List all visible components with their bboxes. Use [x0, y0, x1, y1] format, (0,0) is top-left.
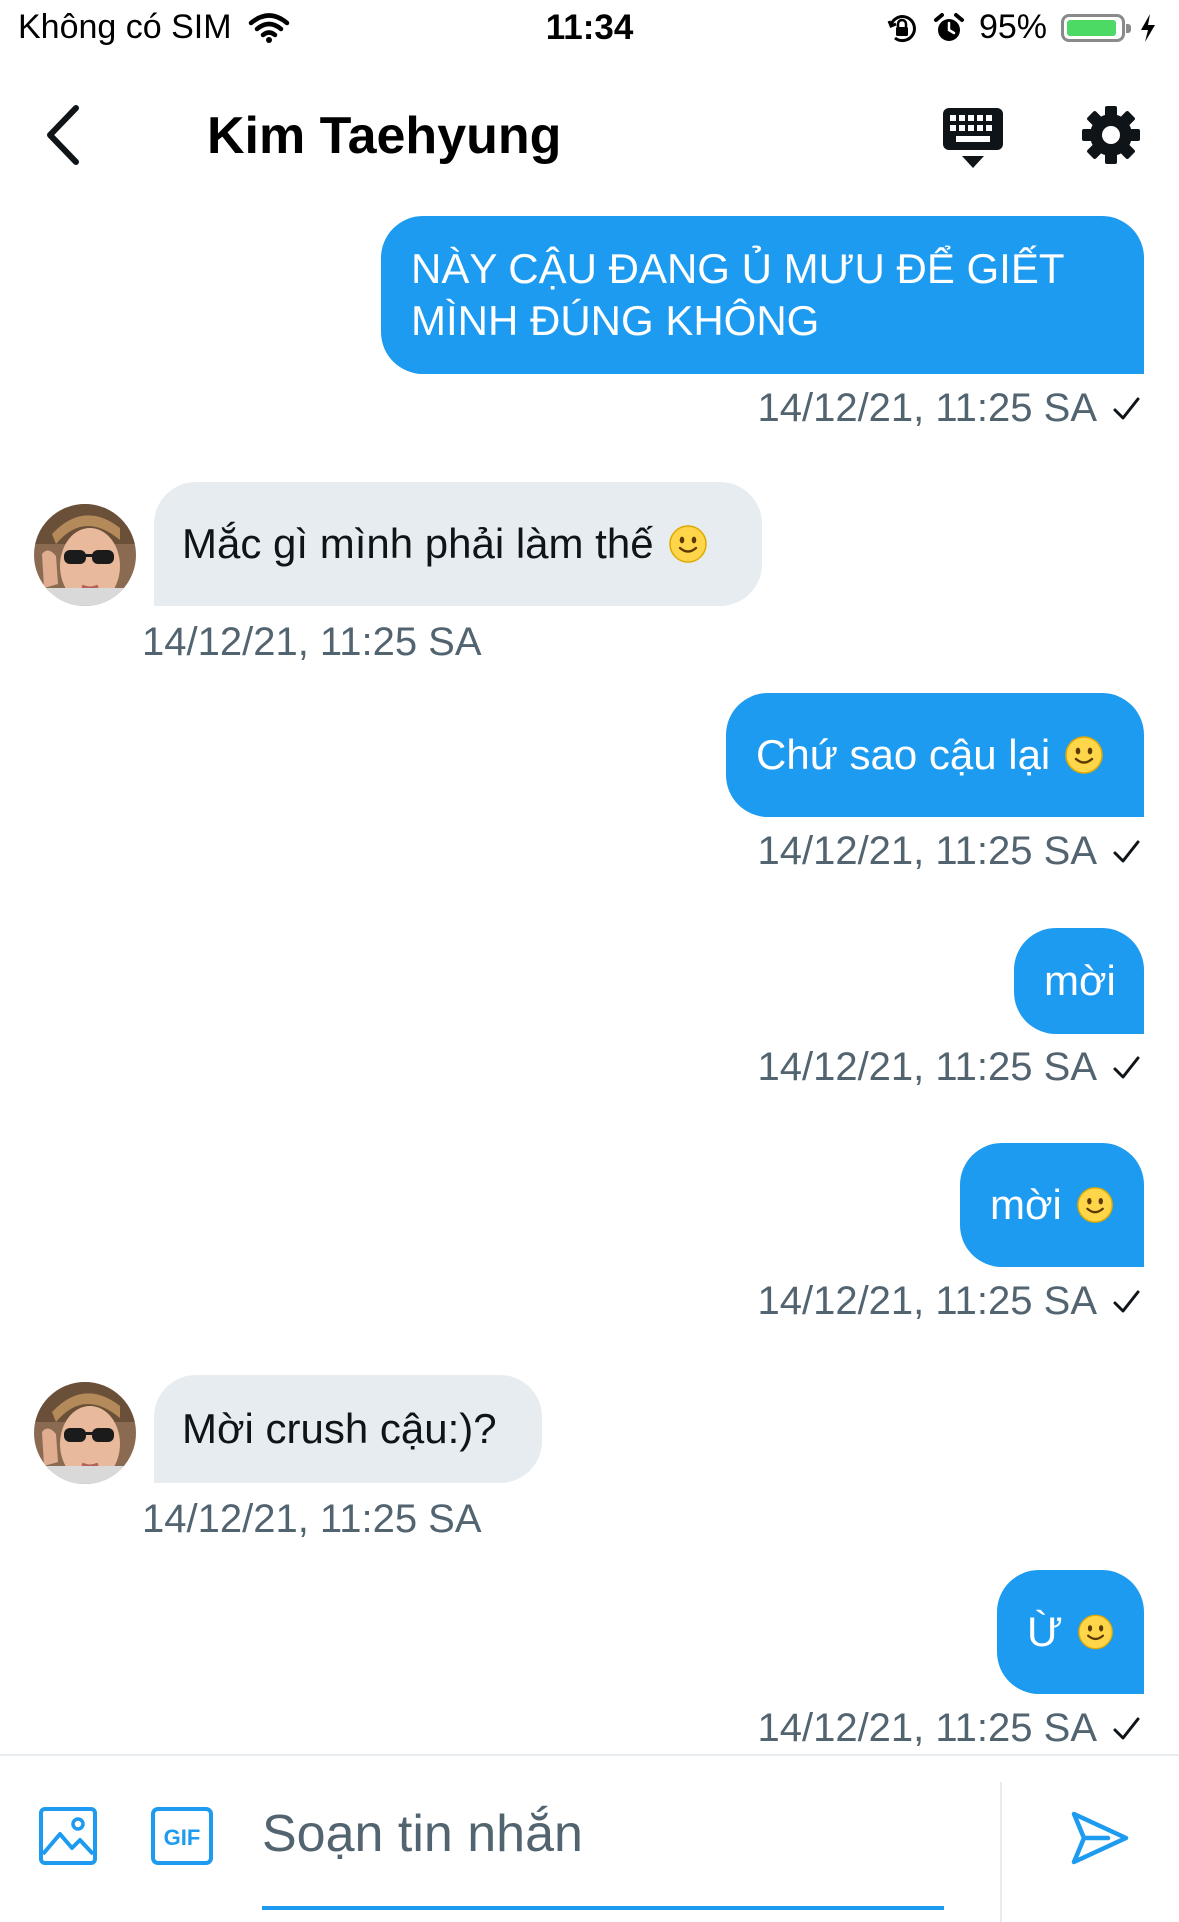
slightly-smiling-face-icon: [668, 524, 708, 564]
send-button[interactable]: [1068, 1808, 1132, 1868]
read-check-icon: [1111, 394, 1141, 424]
add-image-button[interactable]: [38, 1806, 98, 1866]
message-timestamp: 14/12/21, 11:25 SA: [757, 1706, 1141, 1751]
status-bar: Không có SIM 11:34 95%: [0, 0, 1179, 62]
conversation-header: Kim Taehyung: [0, 62, 1179, 212]
message-timestamp: 14/12/21, 11:25 SA: [757, 829, 1141, 874]
message-text: Mời crush cậu:)?: [182, 1405, 497, 1452]
message-timestamp: 14/12/21, 11:25 SA: [757, 386, 1141, 431]
message-timestamp: 14/12/21, 11:25 SA: [142, 620, 482, 664]
gear-icon: [1082, 106, 1140, 164]
read-check-icon: [1111, 1053, 1141, 1083]
message-text: Ừ: [1027, 1608, 1063, 1655]
charging-bolt-icon: [1141, 13, 1155, 42]
avatar[interactable]: [34, 504, 136, 606]
avatar-image: [34, 504, 136, 606]
timestamp-text: 14/12/21, 11:25 SA: [757, 1706, 1097, 1750]
settings-button[interactable]: [1080, 104, 1142, 166]
outgoing-message-bubble[interactable]: mời: [960, 1143, 1144, 1267]
timestamp-text: 14/12/21, 11:25 SA: [757, 829, 1097, 873]
message-text: NÀY CẬU ĐANG Ủ MƯU ĐỂ GIẾT MÌNH ĐÚNG KHÔ…: [411, 245, 1064, 344]
outgoing-message-bubble[interactable]: Chứ sao cậu lại: [726, 693, 1144, 817]
battery-level: [1067, 19, 1117, 36]
add-gif-button[interactable]: GIF: [150, 1806, 214, 1866]
message-text: Chứ sao cậu lại: [756, 731, 1051, 778]
composer-divider: [1000, 1782, 1002, 1922]
timestamp-text: 14/12/21, 11:25 SA: [757, 1045, 1097, 1089]
avatar-image: [34, 1382, 136, 1484]
gif-icon: GIF: [151, 1807, 213, 1865]
outgoing-message-bubble[interactable]: NÀY CẬU ĐANG Ủ MƯU ĐỂ GIẾT MÌNH ĐÚNG KHÔ…: [381, 216, 1144, 374]
orientation-lock-icon: [887, 14, 916, 42]
slightly-smiling-face-icon: [1064, 735, 1104, 775]
back-button[interactable]: [40, 100, 90, 170]
message-text: Mắc gì mình phải làm thế: [182, 520, 654, 567]
timestamp-text: 14/12/21, 11:25 SA: [757, 386, 1097, 430]
send-icon: [1071, 1811, 1129, 1865]
read-check-icon: [1111, 837, 1141, 867]
message-composer: GIF: [0, 1754, 1179, 1922]
message-timestamp: 14/12/21, 11:25 SA: [142, 1497, 482, 1541]
message-timestamp: 14/12/21, 11:25 SA: [757, 1045, 1141, 1090]
input-underline: [262, 1906, 944, 1910]
slightly-smiling-face-icon: [1077, 1612, 1114, 1652]
incoming-message-bubble[interactable]: Mời crush cậu:)?: [154, 1375, 542, 1483]
alarm-icon: [933, 12, 964, 41]
message-text: mời: [990, 1181, 1062, 1228]
slightly-smiling-face-icon: [1076, 1185, 1114, 1225]
conversation-title: Kim Taehyung: [207, 107, 562, 165]
gif-label: GIF: [164, 1825, 201, 1850]
read-check-icon: [1111, 1714, 1141, 1744]
back-arrow-icon: [47, 105, 79, 165]
battery-icon: [1061, 13, 1131, 42]
keyboard-toggle-button[interactable]: [940, 106, 1006, 172]
outgoing-message-bubble[interactable]: mời: [1014, 928, 1144, 1034]
keyboard-icon: [943, 108, 1003, 168]
timestamp-text: 14/12/21, 11:25 SA: [757, 1279, 1097, 1323]
status-bar-right: 95%: [885, 8, 1157, 47]
battery-percent: 95%: [978, 8, 1047, 46]
avatar[interactable]: [34, 1382, 136, 1484]
message-input[interactable]: [262, 1790, 942, 1878]
message-timestamp: 14/12/21, 11:25 SA: [757, 1279, 1141, 1324]
message-text: mời: [1044, 957, 1116, 1004]
read-check-icon: [1111, 1287, 1141, 1317]
image-icon: [39, 1807, 97, 1865]
outgoing-message-bubble[interactable]: Ừ: [997, 1570, 1144, 1694]
incoming-message-bubble[interactable]: Mắc gì mình phải làm thế: [154, 482, 762, 606]
